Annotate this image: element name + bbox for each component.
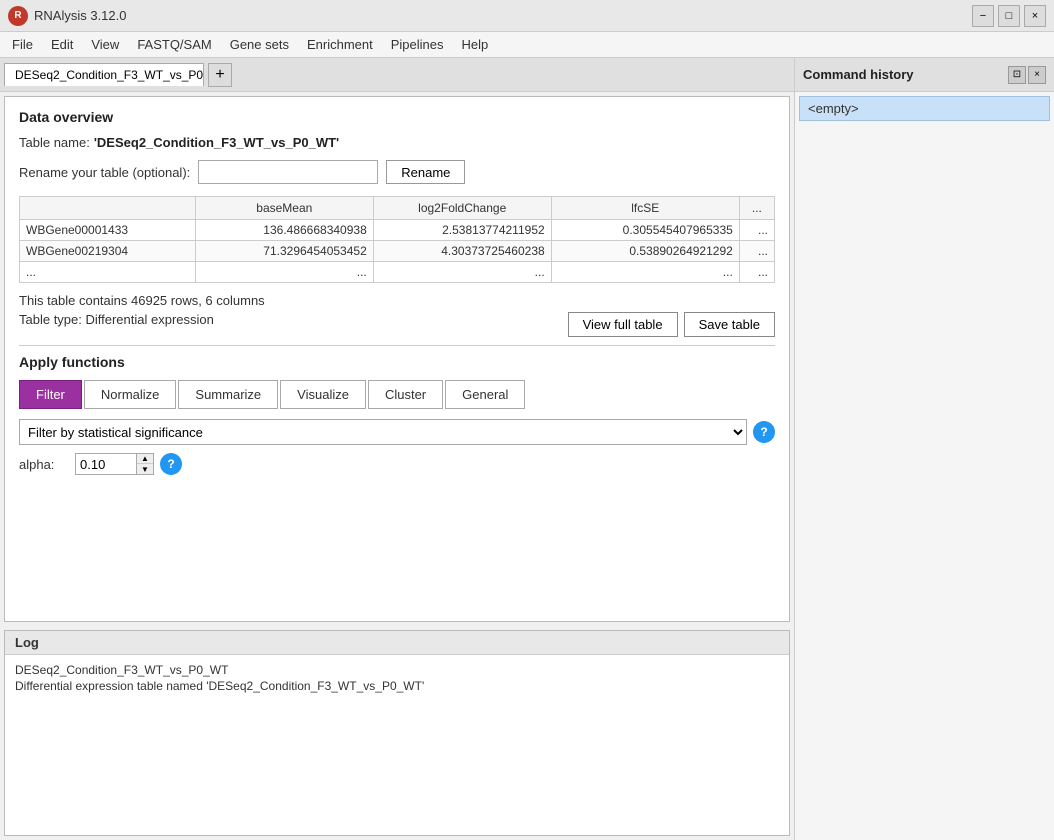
content-area: Data overview Table name: 'DESeq2_Condit… xyxy=(4,96,790,622)
app-title: RNAlysis 3.12.0 xyxy=(34,8,126,23)
table-row: WBGene00001433 136.486668340938 2.538137… xyxy=(20,220,775,241)
app-icon: R xyxy=(8,6,28,26)
cell-lfcse-2: 0.53890264921292 xyxy=(551,241,739,262)
log-section: Log DESeq2_Condition_F3_WT_vs_P0_WT Diff… xyxy=(4,630,790,836)
table-name-label: Table name: xyxy=(19,135,90,150)
cell-log2fc-1: 2.53813774211952 xyxy=(373,220,551,241)
tab-bar: DESeq2_Condition_F3_WT_vs_P0_WT × + xyxy=(0,58,794,92)
log-line-2: Differential expression table named 'DES… xyxy=(15,679,779,693)
filter-row: Filter by statistical significance ? xyxy=(19,419,775,445)
rename-input[interactable] xyxy=(198,160,378,184)
table-row: WBGene00219304 71.3296454053452 4.303737… xyxy=(20,241,775,262)
cell-lfcse-1: 0.305545407965335 xyxy=(551,220,739,241)
data-overview-section: Data overview Table name: 'DESeq2_Condit… xyxy=(19,109,775,337)
tab-visualize[interactable]: Visualize xyxy=(280,380,366,409)
app-icon-text: R xyxy=(14,10,21,21)
table-name-row: Table name: 'DESeq2_Condition_F3_WT_vs_P… xyxy=(19,135,775,150)
alpha-label: alpha: xyxy=(19,457,69,472)
table-row-count: This table contains 46925 rows, 6 column… xyxy=(19,293,265,308)
title-bar-left: R RNAlysis 3.12.0 xyxy=(8,6,126,26)
restore-panel-button[interactable]: ⊡ xyxy=(1008,66,1026,84)
close-panel-button[interactable]: × xyxy=(1028,66,1046,84)
cell-log2fc-3: ... xyxy=(373,262,551,283)
cell-gene-3: ... xyxy=(20,262,196,283)
history-item[interactable]: <empty> xyxy=(799,96,1050,121)
menu-help[interactable]: Help xyxy=(454,35,497,54)
menu-file[interactable]: File xyxy=(4,35,41,54)
apply-functions-section: Apply functions Filter Normalize Summari… xyxy=(19,354,775,475)
tab-filter[interactable]: Filter xyxy=(19,380,82,409)
tab-summarize[interactable]: Summarize xyxy=(178,380,278,409)
cell-gene-2: WBGene00219304 xyxy=(20,241,196,262)
log-title: Log xyxy=(5,631,789,655)
alpha-row: alpha: ▲ ▼ ? xyxy=(19,453,775,475)
cell-basemean-2: 71.3296454053452 xyxy=(195,241,373,262)
save-table-button[interactable]: Save table xyxy=(684,312,775,337)
view-full-table-button[interactable]: View full table xyxy=(568,312,678,337)
minimize-button[interactable]: − xyxy=(972,5,994,27)
alpha-input-wrap: ▲ ▼ xyxy=(75,453,154,475)
menu-view[interactable]: View xyxy=(83,35,127,54)
maximize-button[interactable]: □ xyxy=(998,5,1020,27)
filter-help-button[interactable]: ? xyxy=(753,421,775,443)
tab-cluster[interactable]: Cluster xyxy=(368,380,443,409)
table-row: ... ... ... ... ... xyxy=(20,262,775,283)
rename-label: Rename your table (optional): xyxy=(19,165,190,180)
right-panel-content: <empty> xyxy=(795,92,1054,840)
menu-edit[interactable]: Edit xyxy=(43,35,81,54)
menu-gene-sets[interactable]: Gene sets xyxy=(222,35,297,54)
active-tab[interactable]: DESeq2_Condition_F3_WT_vs_P0_WT × xyxy=(4,63,204,86)
left-panel: DESeq2_Condition_F3_WT_vs_P0_WT × + Data… xyxy=(0,58,794,840)
table-type: Table type: Differential expression xyxy=(19,312,265,327)
menu-pipelines[interactable]: Pipelines xyxy=(383,35,452,54)
col-header-more: ... xyxy=(739,197,774,220)
tab-label: DESeq2_Condition_F3_WT_vs_P0_WT xyxy=(15,68,204,82)
rename-row: Rename your table (optional): Rename xyxy=(19,160,775,184)
cell-gene-1: WBGene00001433 xyxy=(20,220,196,241)
title-bar-controls: − □ × xyxy=(972,5,1046,27)
col-header-row xyxy=(20,197,196,220)
col-header-log2fc: log2FoldChange xyxy=(373,197,551,220)
data-overview-title: Data overview xyxy=(19,109,775,125)
alpha-increment-button[interactable]: ▲ xyxy=(137,454,153,464)
alpha-help-button[interactable]: ? xyxy=(160,453,182,475)
col-header-lfcse: lfcSE xyxy=(551,197,739,220)
alpha-decrement-button[interactable]: ▼ xyxy=(137,464,153,474)
cell-log2fc-2: 4.30373725460238 xyxy=(373,241,551,262)
left-content: Data overview Table name: 'DESeq2_Condit… xyxy=(0,92,794,840)
cell-more-2: ... xyxy=(739,241,774,262)
close-window-button[interactable]: × xyxy=(1024,5,1046,27)
cell-basemean-1: 136.486668340938 xyxy=(195,220,373,241)
menu-bar: File Edit View FASTQ/SAM Gene sets Enric… xyxy=(0,32,1054,58)
main-layout: DESeq2_Condition_F3_WT_vs_P0_WT × + Data… xyxy=(0,58,1054,840)
cell-lfcse-3: ... xyxy=(551,262,739,283)
menu-fastq-sam[interactable]: FASTQ/SAM xyxy=(129,35,219,54)
table-name-value: 'DESeq2_Condition_F3_WT_vs_P0_WT' xyxy=(94,135,339,150)
action-buttons: View full table Save table xyxy=(568,312,775,337)
data-table: baseMean log2FoldChange lfcSE ... WBGene… xyxy=(19,196,775,283)
command-history-title: Command history xyxy=(803,67,914,82)
right-panel-header: Command history ⊡ × xyxy=(795,58,1054,92)
cell-more-3: ... xyxy=(739,262,774,283)
right-panel-controls: ⊡ × xyxy=(1008,66,1046,84)
log-content: DESeq2_Condition_F3_WT_vs_P0_WT Differen… xyxy=(5,655,789,835)
cell-more-1: ... xyxy=(739,220,774,241)
title-bar: R RNAlysis 3.12.0 − □ × xyxy=(0,0,1054,32)
apply-functions-title: Apply functions xyxy=(19,354,775,370)
function-tabs: Filter Normalize Summarize Visualize Clu… xyxy=(19,380,775,409)
right-panel: Command history ⊡ × <empty> xyxy=(794,58,1054,840)
col-header-basemean: baseMean xyxy=(195,197,373,220)
cell-basemean-3: ... xyxy=(195,262,373,283)
table-info-block: This table contains 46925 rows, 6 column… xyxy=(19,293,265,337)
add-tab-button[interactable]: + xyxy=(208,63,232,87)
filter-select[interactable]: Filter by statistical significance xyxy=(19,419,747,445)
log-line-1: DESeq2_Condition_F3_WT_vs_P0_WT xyxy=(15,663,779,677)
alpha-spinners: ▲ ▼ xyxy=(136,454,153,474)
rename-button[interactable]: Rename xyxy=(386,160,465,184)
alpha-input[interactable] xyxy=(76,455,136,474)
menu-enrichment[interactable]: Enrichment xyxy=(299,35,381,54)
tab-general[interactable]: General xyxy=(445,380,525,409)
tab-normalize[interactable]: Normalize xyxy=(84,380,177,409)
